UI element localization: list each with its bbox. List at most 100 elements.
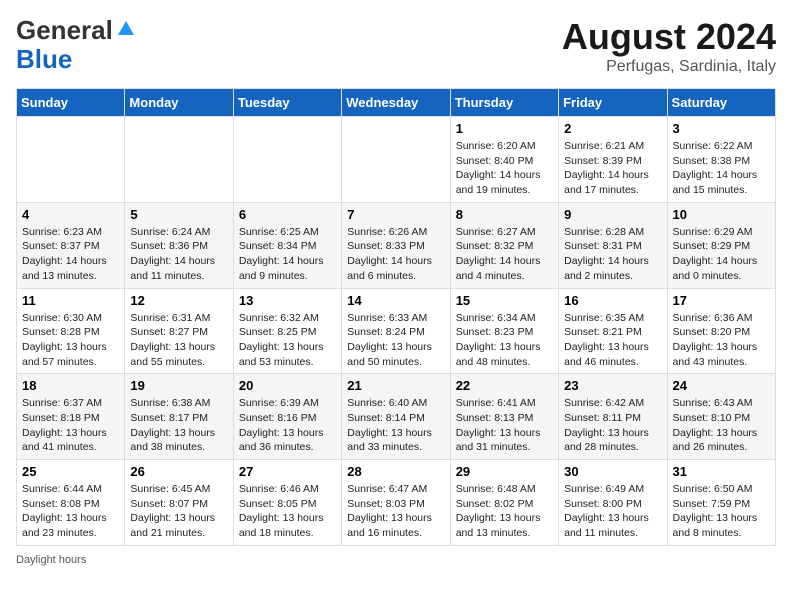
day-info: Sunrise: 6:45 AM Sunset: 8:07 PM Dayligh… (130, 482, 227, 541)
calendar-cell-5-4: 28 Sunrise: 6:47 AM Sunset: 8:03 PM Dayli… (342, 460, 450, 546)
day-info: Sunrise: 6:36 AM Sunset: 8:20 PM Dayligh… (673, 311, 770, 370)
calendar-cell-3-1: 11 Sunrise: 6:30 AM Sunset: 8:28 PM Dayli… (17, 288, 125, 374)
day-number: 13 (239, 293, 336, 308)
day-number: 20 (239, 378, 336, 393)
calendar-cell-5-3: 27 Sunrise: 6:46 AM Sunset: 8:05 PM Dayli… (233, 460, 341, 546)
day-info: Sunrise: 6:22 AM Sunset: 8:38 PM Dayligh… (673, 139, 770, 198)
calendar-cell-2-2: 5 Sunrise: 6:24 AM Sunset: 8:36 PM Daylig… (125, 202, 233, 288)
day-info: Sunrise: 6:21 AM Sunset: 8:39 PM Dayligh… (564, 139, 661, 198)
calendar-week-4: 18 Sunrise: 6:37 AM Sunset: 8:18 PM Dayli… (17, 374, 776, 460)
day-info: Sunrise: 6:48 AM Sunset: 8:02 PM Dayligh… (456, 482, 553, 541)
day-number: 15 (456, 293, 553, 308)
day-info: Sunrise: 6:27 AM Sunset: 8:32 PM Dayligh… (456, 225, 553, 284)
calendar-week-5: 25Sunrise: 6:44 AM Sunset: 8:08 PM Dayli… (17, 460, 776, 546)
page-header: General Blue August 2024 Perfugas, Sardi… (16, 16, 776, 76)
calendar-table: SundayMondayTuesdayWednesdayThursdayFrid… (16, 88, 776, 546)
day-info: Sunrise: 6:42 AM Sunset: 8:11 PM Dayligh… (564, 396, 661, 455)
day-number: 14 (347, 293, 444, 308)
day-info: Sunrise: 6:25 AM Sunset: 8:34 PM Dayligh… (239, 225, 336, 284)
day-number: 8 (456, 207, 553, 222)
day-number: 11 (22, 293, 119, 308)
day-info: Sunrise: 6:43 AM Sunset: 8:10 PM Dayligh… (673, 396, 770, 455)
calendar-cell-5-1: 25Sunrise: 6:44 AM Sunset: 8:08 PM Dayli… (17, 460, 125, 546)
daylight-label: Daylight hours (16, 554, 86, 566)
day-number: 22 (456, 378, 553, 393)
day-info: Sunrise: 6:47 AM Sunset: 8:03 PM Dayligh… (347, 482, 444, 541)
day-info: Sunrise: 6:46 AM Sunset: 8:05 PM Dayligh… (239, 482, 336, 541)
calendar-header-sunday: Sunday (17, 89, 125, 117)
logo-general-text: General (16, 16, 113, 45)
calendar-week-2: 4Sunrise: 6:23 AM Sunset: 8:37 PM Daylig… (17, 202, 776, 288)
calendar-cell-4-3: 20Sunrise: 6:39 AM Sunset: 8:16 PM Dayli… (233, 374, 341, 460)
day-number: 21 (347, 378, 444, 393)
main-title: August 2024 (562, 16, 776, 58)
day-number: 26 (130, 464, 227, 479)
calendar-cell-1-7: 3 Sunrise: 6:22 AM Sunset: 8:38 PM Daylig… (667, 117, 775, 203)
day-number: 18 (22, 378, 119, 393)
day-info: Sunrise: 6:41 AM Sunset: 8:13 PM Dayligh… (456, 396, 553, 455)
day-info: Sunrise: 6:33 AM Sunset: 8:24 PM Dayligh… (347, 311, 444, 370)
day-number: 12 (130, 293, 227, 308)
day-info: Sunrise: 6:49 AM Sunset: 8:00 PM Dayligh… (564, 482, 661, 541)
calendar-cell-1-2 (125, 117, 233, 203)
calendar-cell-3-7: 17Sunrise: 6:36 AM Sunset: 8:20 PM Dayli… (667, 288, 775, 374)
calendar-cell-2-7: 10 Sunrise: 6:29 AM Sunset: 8:29 PM Dayli… (667, 202, 775, 288)
calendar-cell-2-1: 4Sunrise: 6:23 AM Sunset: 8:37 PM Daylig… (17, 202, 125, 288)
logo: General Blue (16, 16, 135, 73)
day-info: Sunrise: 6:29 AM Sunset: 8:29 PM Dayligh… (673, 225, 770, 284)
calendar-header-tuesday: Tuesday (233, 89, 341, 117)
calendar-cell-4-7: 24 Sunrise: 6:43 AM Sunset: 8:10 PM Dayli… (667, 374, 775, 460)
calendar-cell-1-3 (233, 117, 341, 203)
calendar-cell-1-6: 2 Sunrise: 6:21 AM Sunset: 8:39 PM Daylig… (559, 117, 667, 203)
calendar-header-wednesday: Wednesday (342, 89, 450, 117)
day-info: Sunrise: 6:26 AM Sunset: 8:33 PM Dayligh… (347, 225, 444, 284)
calendar-header-thursday: Thursday (450, 89, 558, 117)
calendar-cell-5-6: 30 Sunrise: 6:49 AM Sunset: 8:00 PM Dayli… (559, 460, 667, 546)
day-number: 28 (347, 464, 444, 479)
day-info: Sunrise: 6:24 AM Sunset: 8:36 PM Dayligh… (130, 225, 227, 284)
calendar-week-1: 1Sunrise: 6:20 AM Sunset: 8:40 PM Daylig… (17, 117, 776, 203)
day-info: Sunrise: 6:28 AM Sunset: 8:31 PM Dayligh… (564, 225, 661, 284)
calendar-cell-3-2: 12 Sunrise: 6:31 AM Sunset: 8:27 PM Dayli… (125, 288, 233, 374)
day-number: 31 (673, 464, 770, 479)
day-number: 19 (130, 378, 227, 393)
day-number: 4 (22, 207, 119, 222)
day-info: Sunrise: 6:31 AM Sunset: 8:27 PM Dayligh… (130, 311, 227, 370)
day-number: 30 (564, 464, 661, 479)
calendar-week-3: 11 Sunrise: 6:30 AM Sunset: 8:28 PM Dayli… (17, 288, 776, 374)
day-info: Sunrise: 6:50 AM Sunset: 7:59 PM Dayligh… (673, 482, 770, 541)
calendar-cell-3-6: 16 Sunrise: 6:35 AM Sunset: 8:21 PM Dayli… (559, 288, 667, 374)
day-info: Sunrise: 6:32 AM Sunset: 8:25 PM Dayligh… (239, 311, 336, 370)
day-info: Sunrise: 6:20 AM Sunset: 8:40 PM Dayligh… (456, 139, 553, 198)
day-info: Sunrise: 6:35 AM Sunset: 8:21 PM Dayligh… (564, 311, 661, 370)
day-info: Sunrise: 6:37 AM Sunset: 8:18 PM Dayligh… (22, 396, 119, 455)
calendar-cell-2-6: 9 Sunrise: 6:28 AM Sunset: 8:31 PM Daylig… (559, 202, 667, 288)
day-number: 5 (130, 207, 227, 222)
logo-triangle-icon (117, 19, 135, 42)
day-info: Sunrise: 6:40 AM Sunset: 8:14 PM Dayligh… (347, 396, 444, 455)
calendar-cell-4-4: 21 Sunrise: 6:40 AM Sunset: 8:14 PM Dayli… (342, 374, 450, 460)
day-number: 24 (673, 378, 770, 393)
day-number: 2 (564, 121, 661, 136)
calendar-cell-2-3: 6Sunrise: 6:25 AM Sunset: 8:34 PM Daylig… (233, 202, 341, 288)
calendar-cell-2-5: 8 Sunrise: 6:27 AM Sunset: 8:32 PM Daylig… (450, 202, 558, 288)
calendar-cell-4-5: 22 Sunrise: 6:41 AM Sunset: 8:13 PM Dayli… (450, 374, 558, 460)
day-number: 10 (673, 207, 770, 222)
calendar-cell-3-4: 14 Sunrise: 6:33 AM Sunset: 8:24 PM Dayli… (342, 288, 450, 374)
day-number: 3 (673, 121, 770, 136)
calendar-header-row: SundayMondayTuesdayWednesdayThursdayFrid… (17, 89, 776, 117)
day-info: Sunrise: 6:38 AM Sunset: 8:17 PM Dayligh… (130, 396, 227, 455)
calendar-cell-2-4: 7Sunrise: 6:26 AM Sunset: 8:33 PM Daylig… (342, 202, 450, 288)
day-info: Sunrise: 6:34 AM Sunset: 8:23 PM Dayligh… (456, 311, 553, 370)
day-number: 9 (564, 207, 661, 222)
calendar-header-monday: Monday (125, 89, 233, 117)
day-number: 29 (456, 464, 553, 479)
day-number: 27 (239, 464, 336, 479)
day-info: Sunrise: 6:30 AM Sunset: 8:28 PM Dayligh… (22, 311, 119, 370)
calendar-cell-4-1: 18 Sunrise: 6:37 AM Sunset: 8:18 PM Dayli… (17, 374, 125, 460)
calendar-cell-5-5: 29 Sunrise: 6:48 AM Sunset: 8:02 PM Dayli… (450, 460, 558, 546)
calendar-cell-1-4 (342, 117, 450, 203)
calendar-cell-3-5: 15 Sunrise: 6:34 AM Sunset: 8:23 PM Dayli… (450, 288, 558, 374)
title-area: August 2024 Perfugas, Sardinia, Italy (562, 16, 776, 76)
day-number: 16 (564, 293, 661, 308)
